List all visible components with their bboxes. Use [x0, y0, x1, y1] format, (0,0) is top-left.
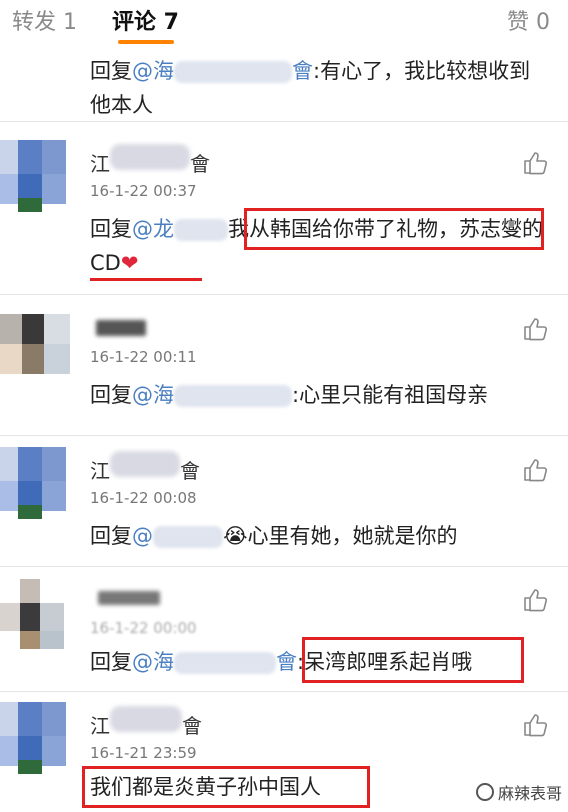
username-tail: 會 — [182, 714, 202, 738]
comment-text: 回复@海:心里只能有祖国母亲 — [90, 378, 550, 412]
highlight-box — [302, 637, 524, 683]
timestamp: 16-1-22 00:00 — [90, 619, 197, 637]
blurred-username — [110, 144, 190, 170]
mention-link[interactable]: @海會 — [132, 650, 297, 674]
blurred-name — [174, 385, 292, 407]
comment-item[interactable]: 16-1-22 00:11 回复@海:心里只能有祖国母亲 — [0, 296, 568, 436]
active-tab-indicator — [118, 40, 174, 44]
highlight-box — [244, 208, 544, 250]
reply-prefix: 回复 — [90, 217, 132, 241]
timestamp: 16-1-22 00:08 — [90, 489, 197, 507]
mention-link[interactable]: @海會 — [132, 59, 313, 83]
blurred-username — [110, 451, 180, 477]
reply-prefix: 回复 — [90, 383, 132, 407]
highlight-underline — [90, 278, 202, 281]
blurred-username — [98, 591, 160, 605]
crying-emoji-icon: 😭 — [223, 524, 248, 548]
blurred-name — [174, 61, 292, 83]
thumbs-up-icon[interactable] — [522, 316, 548, 342]
reply-prefix: 回复 — [90, 59, 132, 83]
thumbs-up-icon[interactable] — [522, 150, 548, 176]
tab-bar: 转发 1 评论 7 赞 0 — [0, 0, 568, 50]
watermark: 麻辣表哥 — [475, 780, 562, 804]
divider — [0, 121, 568, 122]
reply-body: 心里有她，她就是你的 — [247, 524, 458, 548]
tab-likes[interactable]: 赞 0 — [507, 4, 550, 36]
divider — [0, 435, 568, 436]
mention-link[interactable]: @海 — [132, 383, 292, 407]
wechat-icon — [475, 783, 494, 801]
reply-body: :心里只能有祖国母亲 — [292, 383, 489, 407]
blurred-name — [174, 652, 276, 674]
avatar[interactable] — [0, 447, 78, 519]
heart-icon: ❤ — [120, 251, 139, 275]
divider — [0, 294, 568, 295]
mention-link[interactable]: @龙 — [132, 217, 228, 241]
watermark-text: 麻辣表哥 — [497, 784, 562, 803]
thumbs-up-icon[interactable] — [522, 587, 548, 613]
thumbs-up-icon[interactable] — [522, 457, 548, 483]
highlight-box — [82, 766, 370, 808]
tab-comments[interactable]: 评论 7 — [112, 4, 179, 36]
timestamp: 16-1-21 23:59 — [90, 744, 197, 762]
comment-item[interactable]: 16-1-22 00:00 回复@海 會:呆湾郎哩系起肖哦 — [0, 567, 568, 692]
comment-item[interactable]: 江 會 16-1-22 00:08 回复@ 😭心里有她，她就是你的 — [0, 437, 568, 567]
comment-text: 回复@ 😭心里有她，她就是你的 — [90, 519, 550, 553]
avatar[interactable] — [0, 577, 78, 649]
username[interactable]: 江 — [90, 455, 110, 484]
comment-item[interactable]: 回复@海 會:有心了，我比较想收到他本人 — [0, 50, 568, 122]
username[interactable]: 江 — [90, 148, 110, 177]
blurred-username — [110, 706, 182, 732]
blurred-username — [96, 320, 146, 336]
blurred-name — [153, 526, 223, 548]
timestamp: 16-1-22 00:11 — [90, 348, 197, 366]
blurred-name — [174, 219, 228, 241]
comment-item[interactable]: 江 會 16-1-22 00:37 回复@龙 我从韩国给你带了礼物，苏志燮的CD❤ — [0, 130, 568, 295]
timestamp: 16-1-22 00:37 — [90, 182, 197, 200]
username[interactable]: 江 — [90, 710, 110, 739]
reply-prefix: 回复 — [90, 650, 132, 674]
thumbs-up-icon[interactable] — [522, 712, 548, 738]
username-tail: 會 — [190, 152, 210, 176]
comment-text: 回复@海 會:有心了，我比较想收到他本人 — [90, 54, 550, 122]
avatar[interactable] — [0, 140, 78, 212]
reply-prefix: 回复 — [90, 524, 132, 548]
avatar[interactable] — [0, 306, 78, 378]
tab-repost[interactable]: 转发 1 — [12, 4, 77, 36]
username-tail: 會 — [180, 459, 200, 483]
avatar[interactable] — [0, 702, 78, 774]
mention-link[interactable]: @ — [132, 524, 223, 548]
